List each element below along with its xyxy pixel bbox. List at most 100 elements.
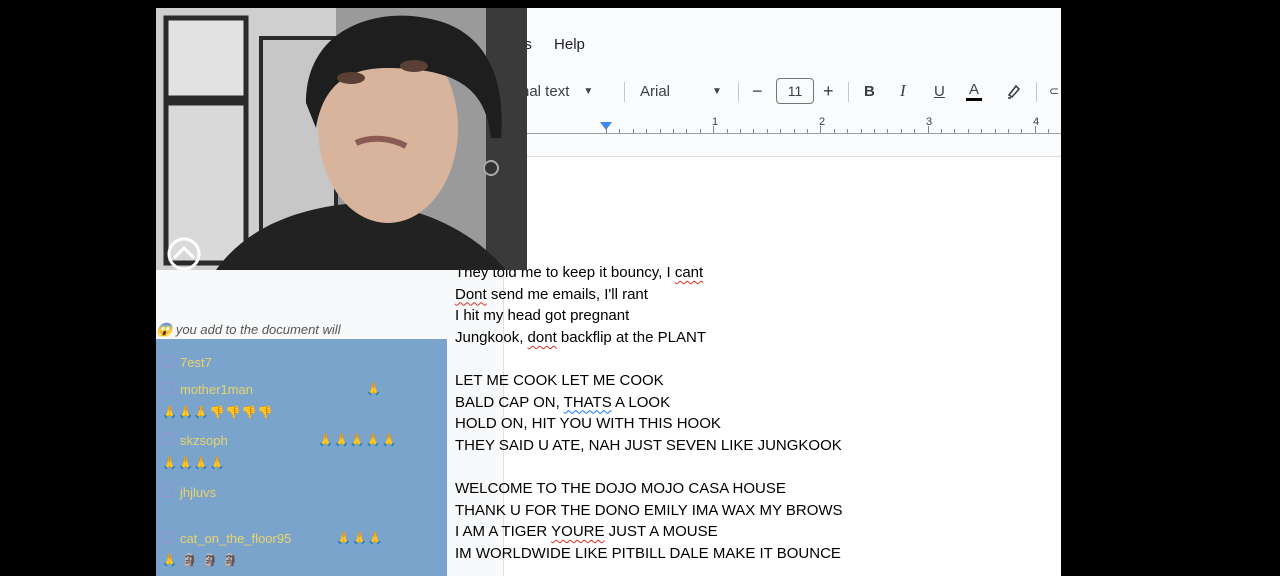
document-line[interactable]: I AM A TIGER YOURE JUST A MOUSE	[455, 521, 843, 543]
ruler-tick	[646, 129, 648, 133]
document-text[interactable]: They told me to keep it bouncy, I cant Do…	[455, 262, 843, 564]
chat-emotes: 🙏 🗿 🗿 🗿	[162, 553, 239, 567]
ruler-tick	[1048, 129, 1050, 133]
ruler-tick	[900, 129, 902, 133]
ruler-tick	[860, 129, 862, 133]
increase-font-size-button[interactable]: +	[823, 76, 834, 106]
document-line[interactable]: LET ME COOK LET ME COOK	[455, 370, 843, 392]
chat-message: cat_on_the_floor95	[162, 531, 291, 546]
ruler-tick	[780, 129, 782, 133]
font-size-field[interactable]: 11	[776, 76, 814, 106]
ruler-tick	[887, 129, 889, 133]
ruler-tick	[699, 129, 701, 133]
divider	[738, 82, 739, 102]
document-line[interactable]: I hit my head got pregnant	[455, 305, 843, 327]
document-blank-line[interactable]	[455, 456, 843, 478]
twitch-badge-icon	[162, 433, 173, 445]
text-color-button[interactable]: A	[966, 76, 983, 106]
divider	[848, 82, 849, 102]
link-icon: ⊂	[1049, 84, 1060, 98]
decrease-font-size-button[interactable]: −	[752, 76, 763, 106]
ruler-baseline	[526, 133, 1061, 134]
ruler-tick	[833, 129, 835, 133]
spellcheck-word[interactable]: THATS	[564, 394, 612, 411]
ruler-tick	[606, 126, 607, 133]
bold-button[interactable]: B	[864, 76, 875, 106]
italic-button[interactable]: I	[900, 76, 906, 106]
ruler-tick	[686, 129, 688, 133]
chevron-down-icon: ▼	[583, 85, 594, 97]
ruler-tick	[994, 129, 996, 133]
webcam-feed	[156, 8, 527, 270]
chat-overlay: 7est7 mother1man 🙏 🙏🙏🙏👎👎👎👎 skzsoph 🙏🙏🙏🙏🙏…	[156, 339, 447, 576]
chat-username: jhjluvs	[180, 485, 217, 500]
paragraph-style-label: nal text	[521, 82, 570, 100]
chat-username: mother1man	[180, 382, 253, 397]
chat-username: skzsoph	[180, 433, 228, 448]
text-color-icon: A	[966, 81, 983, 101]
ruler-number: 3	[926, 116, 933, 128]
divider	[1036, 82, 1037, 102]
streamer-video-image	[156, 8, 527, 270]
ruler-tick	[981, 129, 983, 133]
document-line[interactable]: Dont send me emails, I'll rant	[455, 284, 843, 306]
twitch-badge-icon	[162, 382, 173, 394]
ruler-tick	[941, 129, 942, 133]
ruler-tick	[874, 129, 875, 133]
document-line[interactable]: Jungkook, dont backflip at the PLANT	[455, 327, 843, 349]
ruler-tick	[954, 129, 956, 133]
font-dropdown[interactable]: Arial ▼	[640, 76, 722, 106]
ruler-tick	[1021, 129, 1023, 133]
chat-emotes: 🙏🙏🙏🙏	[162, 456, 226, 470]
chat-username: 7est7	[180, 355, 212, 370]
document-line[interactable]: WELCOME TO THE DOJO MOJO CASA HOUSE	[455, 478, 843, 500]
spellcheck-word[interactable]: cant	[675, 264, 703, 281]
ruler-tick	[726, 129, 728, 133]
divider	[624, 82, 625, 102]
chat-emotes: 🙏🙏🙏🙏🙏	[318, 433, 398, 447]
chat-username: cat_on_the_floor95	[180, 531, 292, 546]
spellcheck-word[interactable]: Dont	[455, 286, 487, 303]
emoji-icon: 😱	[156, 322, 173, 337]
twitch-badge-icon	[162, 531, 173, 543]
chat-emotes: 🙏🙏🙏	[336, 531, 384, 545]
ruler-tick	[847, 129, 849, 133]
menu-item-help[interactable]: Help	[554, 36, 585, 53]
paragraph-style-dropdown[interactable]: nal text ▼	[521, 76, 593, 106]
ruler-tick	[793, 129, 795, 133]
chevron-down-icon: ▼	[712, 85, 722, 97]
underline-button[interactable]: U	[934, 76, 945, 106]
ruler-tick	[753, 129, 755, 133]
document-line[interactable]: IM WORLDWIDE LIKE PITBILL DALE MAKE IT B…	[455, 543, 843, 565]
document-blank-line[interactable]	[455, 348, 843, 370]
spellcheck-word[interactable]: dont	[528, 329, 557, 346]
twitch-badge-icon	[162, 355, 173, 367]
ruler-tick	[740, 129, 741, 133]
ruler-tick	[619, 129, 621, 133]
font-size-value: 11	[776, 78, 814, 104]
chat-preview-label: you add to the document will	[175, 322, 341, 337]
ruler-number: 4	[1033, 116, 1040, 128]
ruler-tick	[766, 129, 768, 133]
document-line[interactable]: THANK U FOR THE DONO EMILY IMA WAX MY BR…	[455, 500, 843, 522]
ruler-tick	[1008, 129, 1009, 133]
document-line[interactable]: THEY SAID U ATE, NAH JUST SEVEN LIKE JUN…	[455, 435, 843, 457]
chat-message: skzsoph	[162, 433, 228, 448]
highlight-button[interactable]	[1006, 76, 1022, 106]
ruler[interactable]: 1 2 3 4	[526, 116, 1061, 138]
chat-emotes: 🙏	[366, 382, 382, 396]
ruler-tick	[914, 129, 916, 133]
ruler-tick	[632, 129, 634, 133]
chat-message: 7est7	[162, 355, 212, 370]
document-line[interactable]: BALD CAP ON, THATS A LOOK	[455, 392, 843, 414]
link-button[interactable]: ⊂	[1049, 76, 1059, 106]
chat-emotes: 🙏🙏🙏👎👎👎👎	[162, 405, 274, 419]
chat-preview-text: 😱 you add to the document will	[156, 322, 456, 338]
menu-bar: ns Help	[516, 36, 603, 53]
ruler-tick	[967, 129, 969, 133]
document-line[interactable]: HOLD ON, HIT YOU WITH THIS HOOK	[455, 413, 843, 435]
ruler-tick	[807, 129, 808, 133]
ruler-number: 2	[819, 116, 826, 128]
spellcheck-word[interactable]: YOURE	[551, 523, 604, 540]
twitch-badge-icon	[162, 485, 173, 497]
